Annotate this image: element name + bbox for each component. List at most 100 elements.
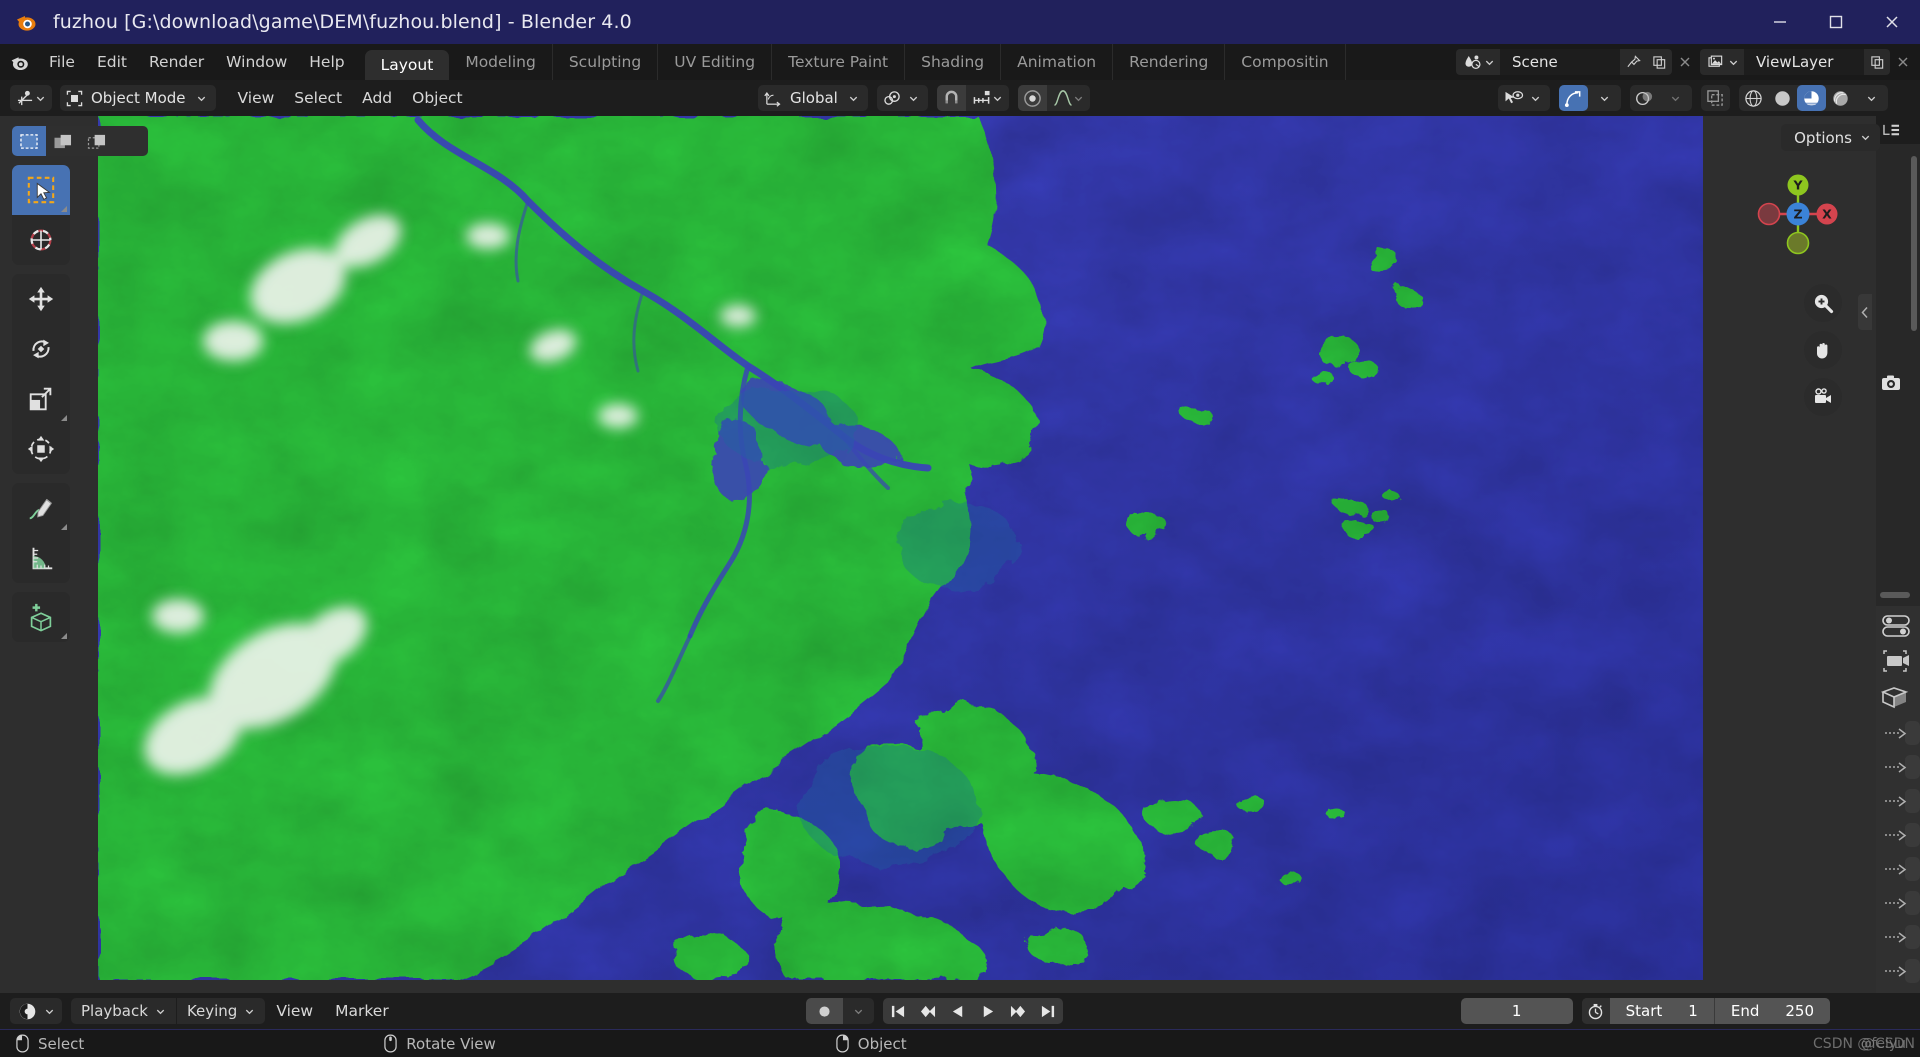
menu-file[interactable]: File <box>38 49 86 75</box>
next-keyframe-button[interactable] <box>1003 998 1033 1024</box>
stopwatch-icon[interactable] <box>1581 998 1610 1024</box>
xray-toggle[interactable] <box>1701 85 1730 111</box>
properties-tab-output[interactable] <box>1876 680 1920 716</box>
workspace-tab-rendering[interactable]: Rendering <box>1113 44 1226 80</box>
blender-menu-icon[interactable] <box>0 44 38 80</box>
record-dot-icon[interactable] <box>806 998 843 1024</box>
current-frame-field[interactable]: 1 <box>1460 998 1573 1024</box>
magnet-icon[interactable] <box>936 85 966 111</box>
previous-keyframe-button[interactable] <box>913 998 943 1024</box>
timeline-menu-playback[interactable]: Playback <box>71 998 176 1024</box>
new-viewlayer-copy-icon[interactable] <box>1864 49 1890 75</box>
solid-sphere-icon[interactable] <box>1768 85 1797 111</box>
properties-tab-row[interactable] <box>1876 750 1920 784</box>
workspace-tab-compositing[interactable]: Compositin <box>1225 44 1346 80</box>
xray-icon[interactable] <box>1701 85 1730 111</box>
outliner-editor[interactable] <box>1876 116 1920 606</box>
timeline-menu-keying[interactable]: Keying <box>175 998 265 1024</box>
scene-name[interactable]: Scene <box>1500 49 1620 75</box>
new-scene-copy-icon[interactable] <box>1646 49 1672 75</box>
3d-viewport[interactable]: Options Y X Z <box>0 116 1920 993</box>
mode-chevron-down-icon[interactable] <box>190 85 216 111</box>
outliner-item-camera[interactable] <box>1880 374 1902 396</box>
properties-tab-row[interactable] <box>1876 920 1920 954</box>
tool-select-box[interactable] <box>12 165 70 215</box>
tool-rotate[interactable] <box>12 324 70 374</box>
properties-tab-row[interactable] <box>1876 852 1920 886</box>
viewport-options-button[interactable]: Options <box>1781 124 1880 151</box>
unlink-scene-x-icon[interactable] <box>1672 49 1698 75</box>
workspace-tab-texture-paint[interactable]: Texture Paint <box>772 44 906 80</box>
pivot-point-selector[interactable] <box>876 85 928 111</box>
minimize-icon[interactable] <box>1752 0 1808 44</box>
start-frame-field[interactable]: Start 1 <box>1609 998 1714 1024</box>
rendered-icon[interactable] <box>1826 85 1855 111</box>
tool-transform[interactable] <box>12 424 70 474</box>
maximize-icon[interactable] <box>1808 0 1864 44</box>
tool-cursor[interactable] <box>12 215 70 265</box>
properties-tab-row[interactable] <box>1876 784 1920 818</box>
workspace-tab-uv-editing[interactable]: UV Editing <box>658 44 773 80</box>
properties-editor[interactable] <box>1876 608 1920 993</box>
transform-orientation-selector[interactable]: Global <box>758 85 868 111</box>
play-reverse-button[interactable] <box>943 998 973 1024</box>
menu-help[interactable]: Help <box>298 49 355 75</box>
select-box-icon[interactable] <box>12 126 46 156</box>
play-button[interactable] <box>973 998 1003 1024</box>
tool-measure[interactable] <box>12 533 70 583</box>
gizmo-icon[interactable] <box>1559 85 1588 111</box>
falloff-curve-icon[interactable] <box>1047 85 1090 111</box>
viewport-menu-view[interactable]: View <box>228 85 285 111</box>
tool-annotate[interactable] <box>12 483 70 533</box>
tool-scale[interactable] <box>12 374 70 424</box>
viewport-menu-object[interactable]: Object <box>402 85 472 111</box>
outliner-horizontal-scrollbar[interactable] <box>1880 592 1910 598</box>
overlays-icon[interactable] <box>1630 85 1659 111</box>
visibility-chevron-down-icon[interactable] <box>1530 85 1550 111</box>
workspace-tab-animation[interactable]: Animation <box>1001 44 1114 80</box>
select-subtract-icon[interactable] <box>80 126 114 156</box>
viewlayer-icon[interactable] <box>1700 49 1744 75</box>
tool-add-cube[interactable] <box>12 592 70 642</box>
timeline-menu-marker[interactable]: Marker <box>324 998 400 1024</box>
navigation-gizmo[interactable]: Y X Z <box>1744 160 1852 268</box>
editor-type-icon[interactable] <box>10 85 52 111</box>
workspace-tab-modeling[interactable]: Modeling <box>449 44 553 80</box>
pivot-chevron-down-icon[interactable] <box>908 85 928 111</box>
viewport-menu-select[interactable]: Select <box>284 85 352 111</box>
menu-window[interactable]: Window <box>215 49 298 75</box>
timeline-editor-icon[interactable] <box>10 998 62 1024</box>
properties-tab-row[interactable] <box>1876 954 1920 988</box>
pin-icon[interactable] <box>1620 49 1646 75</box>
menu-edit[interactable]: Edit <box>86 49 138 75</box>
tool-move[interactable] <box>12 274 70 324</box>
viewlayer-name[interactable]: ViewLayer <box>1744 49 1864 75</box>
viewport-menu-add[interactable]: Add <box>352 85 402 111</box>
timeline-editor-type-selector[interactable] <box>10 998 62 1024</box>
auto-keying-chevron-down-icon[interactable] <box>843 998 874 1024</box>
material-preview-icon[interactable] <box>1797 85 1826 111</box>
scene-icon[interactable] <box>1456 49 1500 75</box>
gizmo-chevron-down-icon[interactable] <box>1588 85 1621 111</box>
menu-render[interactable]: Render <box>138 49 215 75</box>
select-extend-icon[interactable] <box>46 126 80 156</box>
camera-movie-icon[interactable] <box>1804 378 1842 416</box>
properties-tab-render[interactable] <box>1876 644 1920 680</box>
magnifier-plus-icon[interactable] <box>1804 284 1842 322</box>
properties-tab-row[interactable] <box>1876 716 1920 750</box>
orientation-chevron-down-icon[interactable] <box>842 85 868 111</box>
overlays-chevron-down-icon[interactable] <box>1659 85 1692 111</box>
workspace-tab-sculpting[interactable]: Sculpting <box>553 44 659 80</box>
object-visibility-selector[interactable] <box>1498 85 1550 111</box>
shading-chevron-down-icon[interactable] <box>1855 85 1888 111</box>
jump-to-end-button[interactable] <box>1033 998 1063 1024</box>
properties-tab-row[interactable] <box>1876 988 1920 993</box>
workspace-tab-layout[interactable]: Layout <box>364 50 450 80</box>
jump-to-start-button[interactable] <box>883 998 913 1024</box>
close-icon[interactable] <box>1864 0 1920 44</box>
sidebar-expand-chevron-left-icon[interactable] <box>1858 294 1872 330</box>
outliner-vertical-scrollbar[interactable] <box>1911 156 1917 331</box>
proportional-edit-icon[interactable] <box>1017 85 1047 111</box>
workspace-tab-shading[interactable]: Shading <box>905 44 1002 80</box>
hand-icon[interactable] <box>1804 331 1842 369</box>
